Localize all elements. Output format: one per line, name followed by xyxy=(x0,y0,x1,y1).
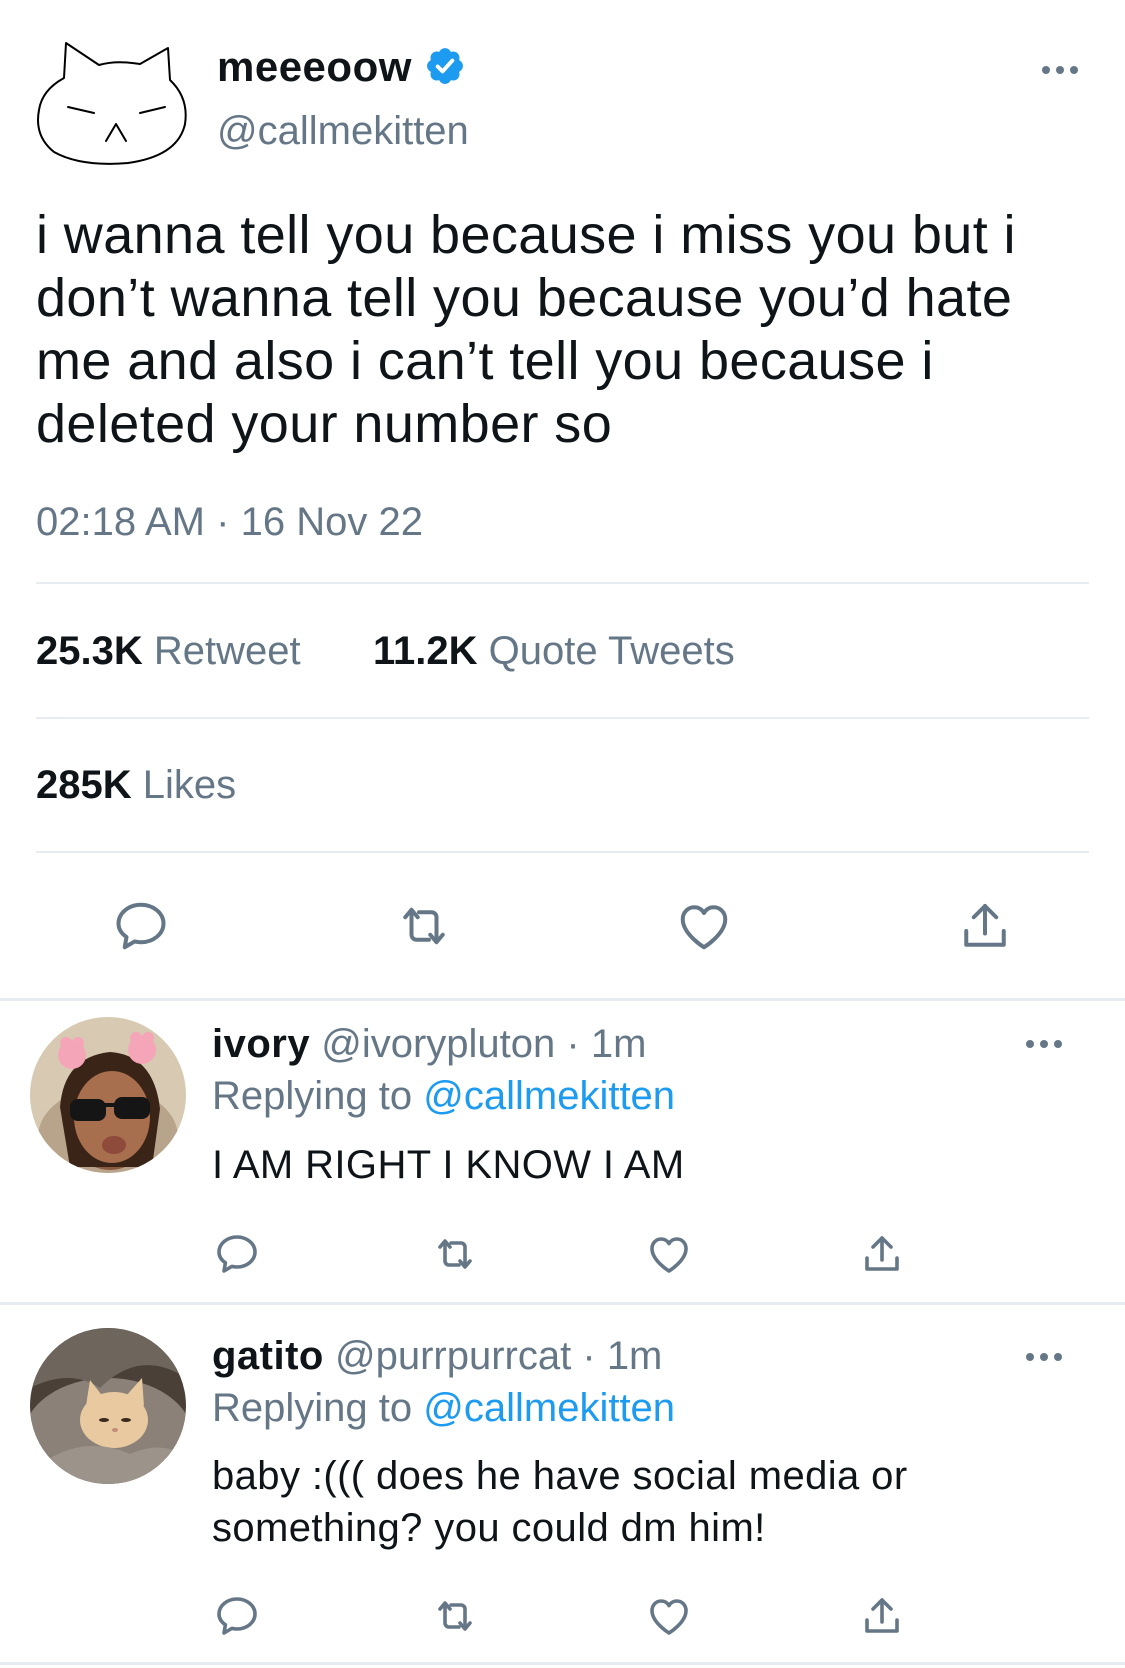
reply-display-name[interactable]: gatito xyxy=(212,1334,324,1378)
tweet-time: 02:18 AM xyxy=(36,500,206,544)
verified-badge-icon xyxy=(424,45,466,87)
quote-tweets-stat[interactable]: 11.2K Quote Tweets xyxy=(373,626,735,676)
reply-separator: · xyxy=(566,1022,580,1066)
tweet-text: i wanna tell you because i miss you but … xyxy=(36,205,1016,454)
reply-separator: · xyxy=(582,1334,596,1378)
reply-header: gatito @purrpurrcat · 1m xyxy=(212,1331,662,1381)
reply-text: baby :((( does he have social media or s… xyxy=(212,1454,908,1550)
like-heart-icon[interactable] xyxy=(645,1592,693,1640)
timestamp[interactable]: 02:18 AM · 16 Nov 22 xyxy=(36,497,423,547)
retweets-label: Retweet xyxy=(153,629,301,673)
reply-avatar[interactable] xyxy=(30,1017,186,1173)
divider xyxy=(36,717,1089,719)
reply-header: ivory @ivorypluton · 1m xyxy=(212,1019,646,1069)
reply-display-name[interactable]: ivory xyxy=(212,1022,310,1066)
reply-avatar[interactable] xyxy=(30,1328,186,1484)
replying-to-handle[interactable]: @callmekitten xyxy=(423,1386,675,1430)
reply-icon[interactable] xyxy=(111,896,171,956)
section-divider xyxy=(0,998,1125,1001)
divider xyxy=(36,582,1089,584)
section-divider xyxy=(0,1302,1125,1305)
quotes-label: Quote Tweets xyxy=(488,629,735,673)
like-heart-icon[interactable] xyxy=(645,1230,693,1278)
ellipsis-icon[interactable] xyxy=(1024,1034,1064,1054)
reply-text: I AM RIGHT I KNOW I AM xyxy=(212,1143,685,1187)
reply-age[interactable]: 1m xyxy=(591,1022,647,1066)
reply-icon[interactable] xyxy=(213,1592,261,1640)
retweets-count: 25.3K xyxy=(36,629,143,673)
share-icon[interactable] xyxy=(858,1592,906,1640)
timestamp-separator: · xyxy=(216,500,230,544)
retweets-stat[interactable]: 25.3K Retweet xyxy=(36,626,301,676)
handle[interactable]: @callmekitten xyxy=(217,106,469,156)
likes-label: Likes xyxy=(142,763,237,807)
quotes-count: 11.2K xyxy=(373,629,478,673)
reply-handle[interactable]: @purrpurrcat xyxy=(335,1334,571,1378)
retweet-icon[interactable] xyxy=(431,1592,479,1640)
replying-to: Replying to @callmekitten xyxy=(212,1383,675,1433)
like-heart-icon[interactable] xyxy=(674,896,734,956)
retweet-icon[interactable] xyxy=(394,896,454,956)
replying-to-label: Replying to xyxy=(212,1386,413,1430)
reply-age[interactable]: 1m xyxy=(607,1334,663,1378)
reply-handle[interactable]: @ivorypluton xyxy=(321,1022,555,1066)
share-icon[interactable] xyxy=(858,1230,906,1278)
section-divider xyxy=(0,1662,1125,1665)
display-name[interactable]: meeeoow xyxy=(217,42,412,92)
ellipsis-icon[interactable] xyxy=(1024,1347,1064,1367)
tweet-date: 16 Nov 22 xyxy=(240,500,423,544)
likes-stat[interactable]: 285K Likes xyxy=(36,760,236,810)
divider xyxy=(36,851,1089,853)
cat-drawing-avatar[interactable] xyxy=(36,40,192,168)
ellipsis-icon[interactable] xyxy=(1040,60,1080,80)
replying-to: Replying to @callmekitten xyxy=(212,1071,675,1121)
replying-to-handle[interactable]: @callmekitten xyxy=(423,1074,675,1118)
reply-icon[interactable] xyxy=(213,1230,261,1278)
share-icon[interactable] xyxy=(955,896,1015,956)
likes-count: 285K xyxy=(36,763,132,807)
replying-to-label: Replying to xyxy=(212,1074,413,1118)
retweet-icon[interactable] xyxy=(431,1230,479,1278)
